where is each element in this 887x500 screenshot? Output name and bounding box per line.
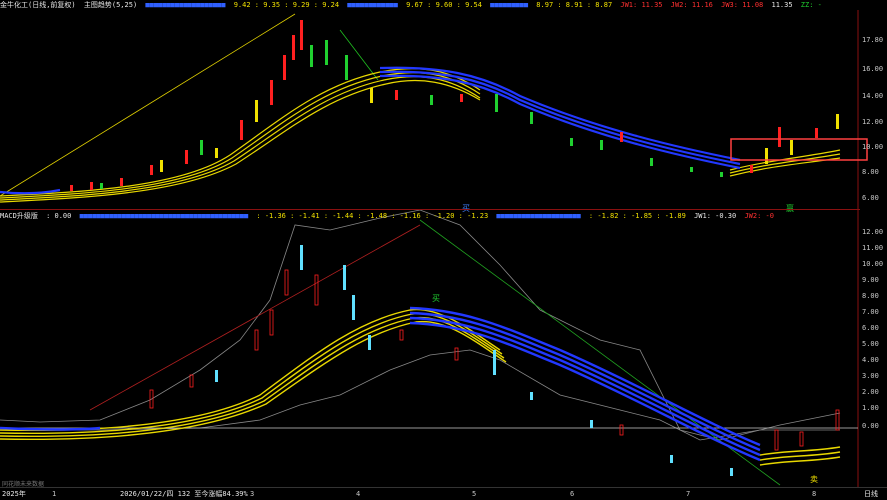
sell-marker: 卖 [810,475,818,484]
bottom-value-axis: 12.00 11.00 10.00 9.00 8.00 7.00 6.00 5.… [862,228,884,430]
month-4: 4 [356,490,361,498]
macd-name[interactable]: MACD升级版 [0,212,38,220]
buy-marker-bottom: 买 [432,294,440,303]
panel-separator [0,209,860,210]
macd-values-b: : -1.82 : -1.85 : -1.89 [588,212,686,220]
macd-jw2: JW2: -0 [744,212,774,220]
macd-values-a: : -1.36 : -1.41 : -1.44 : -1.48 : -1.16 … [256,212,489,220]
macd-jw1: JW1: -0.30 [694,212,737,220]
period-label[interactable]: 日线 [864,488,878,500]
date-note: 2026/01/22/四 132 至今涨幅84.39% [120,490,248,498]
macd-info-bar: MACD升级版 : 0.00 ■■■■■■■■■■■■■■■■■■■■■■■■■… [0,212,774,220]
top-price-axis: 17.80 16.00 14.00 12.00 10.00 8.00 6.00 [862,36,884,202]
macd-v0: : 0.00 [46,212,72,220]
time-axis[interactable]: 2025年 1 2026/01/22/四 132 至今涨幅84.39% 3 4 … [0,487,887,500]
chart-canvas[interactable] [0,0,887,500]
month-8: 8 [812,490,817,498]
month-1: 1 [52,490,57,498]
month-6: 6 [570,490,575,498]
month-5: 5 [472,490,477,498]
month-7: 7 [686,490,691,498]
year-label: 2025年 [2,490,26,498]
month-3: 3 [250,490,255,498]
